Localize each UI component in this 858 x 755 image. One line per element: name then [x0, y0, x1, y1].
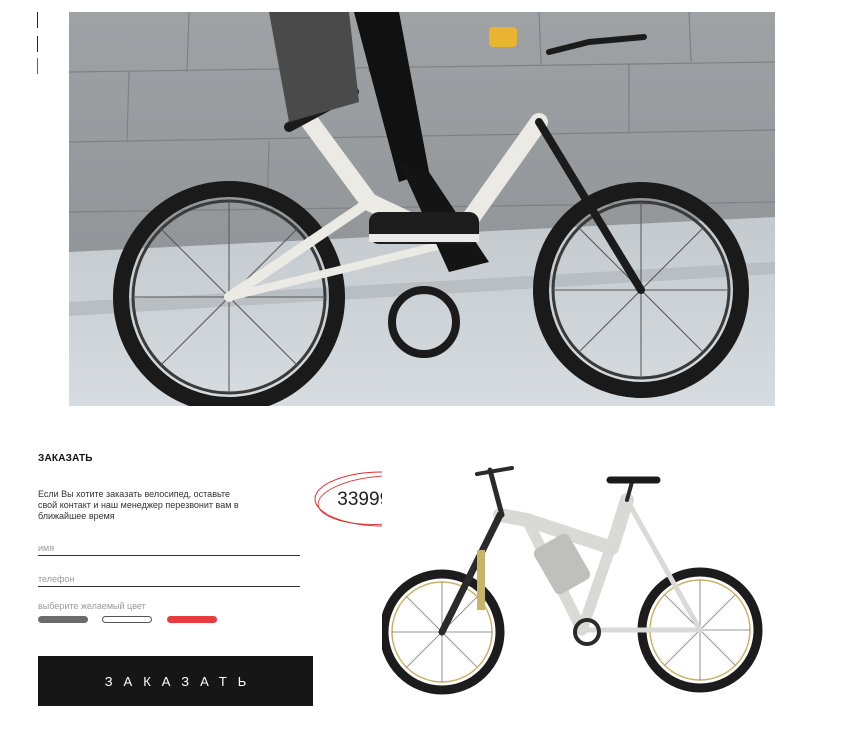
color-select-label: выберите желаемый цвет	[38, 601, 146, 611]
hero-photo	[69, 12, 775, 406]
color-swatch-grey[interactable]	[38, 616, 88, 623]
color-swatch-red[interactable]	[167, 616, 217, 623]
slide-indicator-3-active[interactable]	[37, 58, 38, 74]
color-swatch-white[interactable]	[102, 616, 152, 623]
slider-indicators	[37, 12, 41, 76]
order-form-description: Если Вы хотите заказать велосипед, остав…	[38, 489, 239, 521]
name-input[interactable]	[38, 534, 300, 555]
product-image	[382, 460, 774, 700]
phone-input[interactable]	[38, 565, 300, 586]
slide-indicator-2[interactable]	[37, 36, 38, 52]
slide-indicator-1[interactable]	[37, 12, 38, 28]
order-form-title: ЗАКАЗАТЬ	[38, 453, 93, 464]
order-submit-button[interactable]: ЗАКАЗАТЬ	[38, 656, 313, 706]
name-field	[38, 534, 300, 556]
phone-field	[38, 565, 300, 587]
